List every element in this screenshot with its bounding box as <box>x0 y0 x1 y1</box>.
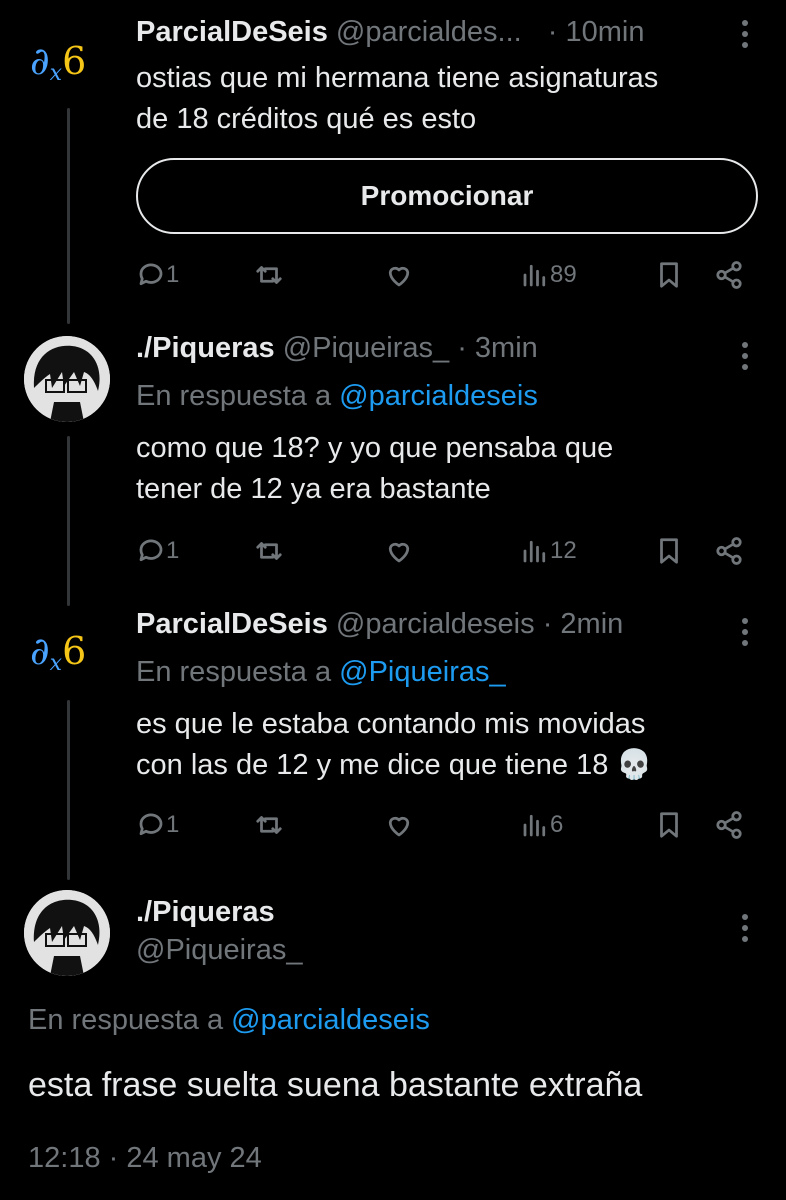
reply-prefix: En respuesta a <box>136 656 332 688</box>
retweet-icon <box>256 542 282 560</box>
more-icon[interactable] <box>742 20 748 53</box>
reply-context: En respuesta a @parcialdeseis <box>136 380 538 413</box>
thread-line <box>67 700 70 880</box>
reply-count: 1 <box>166 537 180 564</box>
display-name[interactable]: ./Piqueras <box>136 332 275 364</box>
tweet-header: ParcialDeSeis @parcialdeseis · 2min <box>136 608 623 641</box>
reply-prefix: En respuesta a <box>28 1004 224 1036</box>
more-icon[interactable] <box>742 914 748 947</box>
promote-button[interactable]: Promocionar <box>136 158 758 234</box>
tweet-text-line: como que 18? y yo que pensaba que <box>136 432 614 464</box>
retweet-icon <box>256 266 282 284</box>
display-name[interactable]: ParcialDeSeis <box>136 16 328 48</box>
user-handle[interactable]: @Piqueiras_ <box>136 934 302 967</box>
tweet-text-line: ostias que mi hermana tiene asignaturas <box>136 62 659 94</box>
tweet-header: ParcialDeSeis @parcialdes... · 10min <box>136 16 644 49</box>
views-icon <box>523 264 546 287</box>
user-handle[interactable]: @parcialdeseis <box>336 608 535 640</box>
action-bar: 1 89 <box>136 260 748 294</box>
like-button[interactable] <box>384 810 414 840</box>
view-count: 12 <box>550 537 577 564</box>
display-name[interactable]: ParcialDeSeis <box>136 608 328 640</box>
display-name[interactable]: ./Piqueras <box>136 896 275 929</box>
reply-icon <box>139 263 163 286</box>
views-icon <box>523 540 546 563</box>
bookmark-button[interactable] <box>654 810 684 840</box>
bookmark-icon <box>660 538 678 564</box>
share-button[interactable] <box>714 260 744 290</box>
tweet-timestamp[interactable]: 12:18 · 24 may 24 <box>28 1142 262 1175</box>
reply-prefix: En respuesta a <box>136 380 332 412</box>
retweet-icon <box>256 816 282 834</box>
heart-icon <box>388 816 410 837</box>
reply-count: 1 <box>166 261 180 288</box>
bookmark-icon <box>660 812 678 838</box>
timestamp[interactable]: · 10min <box>548 16 645 48</box>
reply-count: 1 <box>166 811 180 838</box>
reply-button[interactable]: 1 <box>136 810 179 840</box>
thread-line <box>67 108 70 324</box>
bookmark-button[interactable] <box>654 536 684 566</box>
avatar[interactable]: ∂x6 <box>30 42 86 85</box>
tweet-text: es que le estaba contando mis movidas co… <box>136 704 653 786</box>
reply-context: En respuesta a @Piqueiras_ <box>136 656 506 689</box>
avatar-drawing <box>24 336 110 422</box>
tweet-text: como que 18? y yo que pensaba que tener … <box>136 428 613 510</box>
share-button[interactable] <box>714 810 744 840</box>
avatar[interactable] <box>24 336 110 422</box>
promote-label: Promocionar <box>360 180 534 211</box>
reply-button[interactable]: 1 <box>136 536 179 566</box>
share-icon <box>716 811 742 839</box>
views-button[interactable]: 12 <box>520 536 577 566</box>
reply-context: En respuesta a @parcialdeseis <box>28 1004 430 1037</box>
reply-mention-link[interactable]: @Piqueiras_ <box>339 656 505 688</box>
like-button[interactable] <box>384 260 414 290</box>
reply-icon <box>139 539 163 562</box>
view-count: 89 <box>550 261 577 288</box>
timestamp[interactable]: · 2min <box>543 608 624 640</box>
tweet-text-line: con las de 12 y me dice que tiene 18 💀 <box>136 749 653 781</box>
retweet-button[interactable] <box>254 260 284 290</box>
view-count: 6 <box>550 811 564 838</box>
share-icon <box>716 261 742 289</box>
like-button[interactable] <box>384 536 414 566</box>
tweet-text-line: es que le estaba contando mis movidas <box>136 708 646 740</box>
user-handle[interactable]: @parcialdes... <box>336 16 522 48</box>
reply-button[interactable]: 1 <box>136 260 179 290</box>
thread-line <box>67 436 70 606</box>
action-bar: 1 12 <box>136 536 748 570</box>
views-button[interactable]: 89 <box>520 260 577 290</box>
views-icon <box>523 814 546 837</box>
views-button[interactable]: 6 <box>520 810 563 840</box>
action-bar: 1 6 <box>136 810 748 844</box>
bookmark-button[interactable] <box>654 260 684 290</box>
tweet-text-line: tener de 12 ya era bastante <box>136 473 491 505</box>
reply-mention-link[interactable]: @parcialdeseis <box>339 380 538 412</box>
share-button[interactable] <box>714 536 744 566</box>
more-icon[interactable] <box>742 618 748 651</box>
avatar-drawing <box>24 890 110 976</box>
retweet-button[interactable] <box>254 536 284 566</box>
more-icon[interactable] <box>742 342 748 375</box>
user-handle[interactable]: @Piqueiras_ <box>283 332 449 364</box>
avatar[interactable] <box>24 890 110 976</box>
share-icon <box>716 537 742 565</box>
retweet-button[interactable] <box>254 810 284 840</box>
bookmark-icon <box>660 262 678 288</box>
heart-icon <box>388 266 410 287</box>
reply-icon <box>139 813 163 836</box>
timestamp[interactable]: · 3min <box>457 332 538 364</box>
heart-icon <box>388 542 410 563</box>
tweet-header: ./Piqueras @Piqueiras_ · 3min <box>136 332 538 365</box>
reply-mention-link[interactable]: @parcialdeseis <box>231 1004 430 1036</box>
tweet-text-line: de 18 créditos qué es esto <box>136 103 477 135</box>
avatar[interactable]: ∂x6 <box>30 632 86 675</box>
tweet-text: ostias que mi hermana tiene asignaturas … <box>136 58 658 140</box>
tweet-text: esta frase suelta suena bastante extraña <box>28 1066 643 1104</box>
